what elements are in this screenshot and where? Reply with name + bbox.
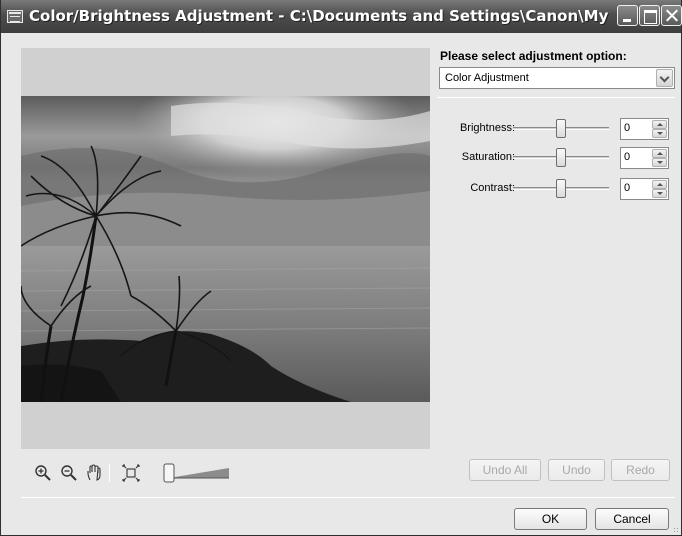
- fit-to-window-icon[interactable]: [122, 464, 140, 482]
- window-title: Color/Brightness Adjustment - C:\Documen…: [29, 7, 609, 25]
- saturation-spinbox[interactable]: 0: [620, 147, 669, 169]
- maximize-button[interactable]: [639, 5, 660, 26]
- preview-photo: [21, 96, 430, 402]
- contrast-slider-thumb[interactable]: [556, 179, 566, 198]
- adjustment-option-label: Please select adjustment option:: [440, 49, 627, 63]
- brightness-decrease-button[interactable]: [652, 129, 667, 138]
- resize-grip-icon[interactable]: [673, 527, 679, 533]
- brightness-row: Brightness: 0: [441, 117, 681, 141]
- window-app-icon[interactable]: [7, 10, 23, 23]
- title-bar[interactable]: Color/Brightness Adjustment - C:\Documen…: [1, 0, 682, 33]
- adjustment-option-value: Color Adjustment: [445, 72, 529, 84]
- zoom-slider[interactable]: [161, 462, 231, 484]
- brightness-increase-button[interactable]: [652, 120, 667, 129]
- close-button[interactable]: [661, 5, 682, 26]
- footer-divider: [21, 497, 675, 498]
- undo-button[interactable]: Undo: [548, 459, 605, 481]
- saturation-increase-button[interactable]: [652, 149, 667, 158]
- panel-divider: [437, 97, 675, 98]
- seascape-photo: [21, 96, 430, 402]
- chevron-down-icon[interactable]: [656, 69, 673, 87]
- adjustment-option-dropdown[interactable]: Color Adjustment: [439, 67, 675, 89]
- saturation-decrease-button[interactable]: [652, 158, 667, 167]
- pan-hand-icon[interactable]: [85, 464, 103, 482]
- toolbar-divider: [109, 464, 110, 482]
- brightness-spinbox[interactable]: 0: [620, 118, 669, 140]
- contrast-decrease-button[interactable]: [652, 189, 667, 198]
- adjustment-dialog: Color/Brightness Adjustment - C:\Documen…: [0, 0, 682, 536]
- saturation-row: Saturation: 0: [441, 146, 681, 170]
- saturation-value[interactable]: 0: [624, 151, 630, 163]
- brightness-label: Brightness:: [459, 122, 515, 134]
- redo-button[interactable]: Redo: [611, 459, 670, 481]
- cancel-button[interactable]: Cancel: [595, 508, 669, 530]
- saturation-slider-thumb[interactable]: [556, 148, 566, 167]
- image-preview-area[interactable]: [21, 48, 430, 449]
- contrast-spinbox[interactable]: 0: [620, 178, 669, 200]
- contrast-label: Contrast:: [470, 182, 515, 194]
- contrast-increase-button[interactable]: [652, 180, 667, 189]
- brightness-slider-thumb[interactable]: [556, 119, 566, 138]
- zoom-out-icon[interactable]: [60, 464, 78, 482]
- undo-all-button[interactable]: Undo All: [469, 459, 541, 481]
- brightness-value[interactable]: 0: [624, 122, 630, 134]
- contrast-row: Contrast: 0: [441, 177, 681, 201]
- minimize-button[interactable]: [617, 5, 638, 26]
- zoom-in-icon[interactable]: [34, 464, 52, 482]
- saturation-label: Saturation:: [461, 151, 515, 163]
- contrast-value[interactable]: 0: [624, 182, 630, 194]
- ok-button[interactable]: OK: [514, 508, 587, 530]
